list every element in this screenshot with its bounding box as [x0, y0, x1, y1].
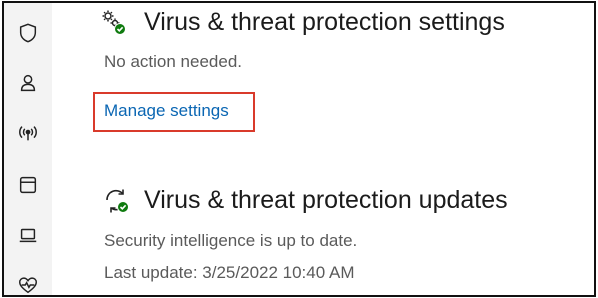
network-icon[interactable]: [16, 121, 40, 145]
last-update-text: Last update: 3/25/2022 10:40 AM: [104, 263, 355, 282]
app-window: Virus & threat protection settings No ac…: [2, 1, 596, 297]
device-security-icon[interactable]: [16, 223, 40, 247]
account-icon[interactable]: [16, 71, 40, 95]
settings-section-title: Virus & threat protection settings: [144, 8, 505, 36]
device-health-icon[interactable]: [16, 273, 40, 295]
updates-status-text: Security intelligence is up to date.: [104, 231, 358, 250]
updates-section-title: Virus & threat protection updates: [144, 186, 508, 214]
sidebar: [4, 3, 52, 295]
manage-settings-link[interactable]: Manage settings: [104, 101, 229, 121]
settings-gear-check-icon: [100, 8, 130, 38]
shield-icon[interactable]: [16, 21, 40, 45]
update-refresh-check-icon: [102, 186, 132, 216]
settings-status-text: No action needed.: [104, 52, 242, 71]
app-browser-icon[interactable]: [16, 173, 40, 197]
